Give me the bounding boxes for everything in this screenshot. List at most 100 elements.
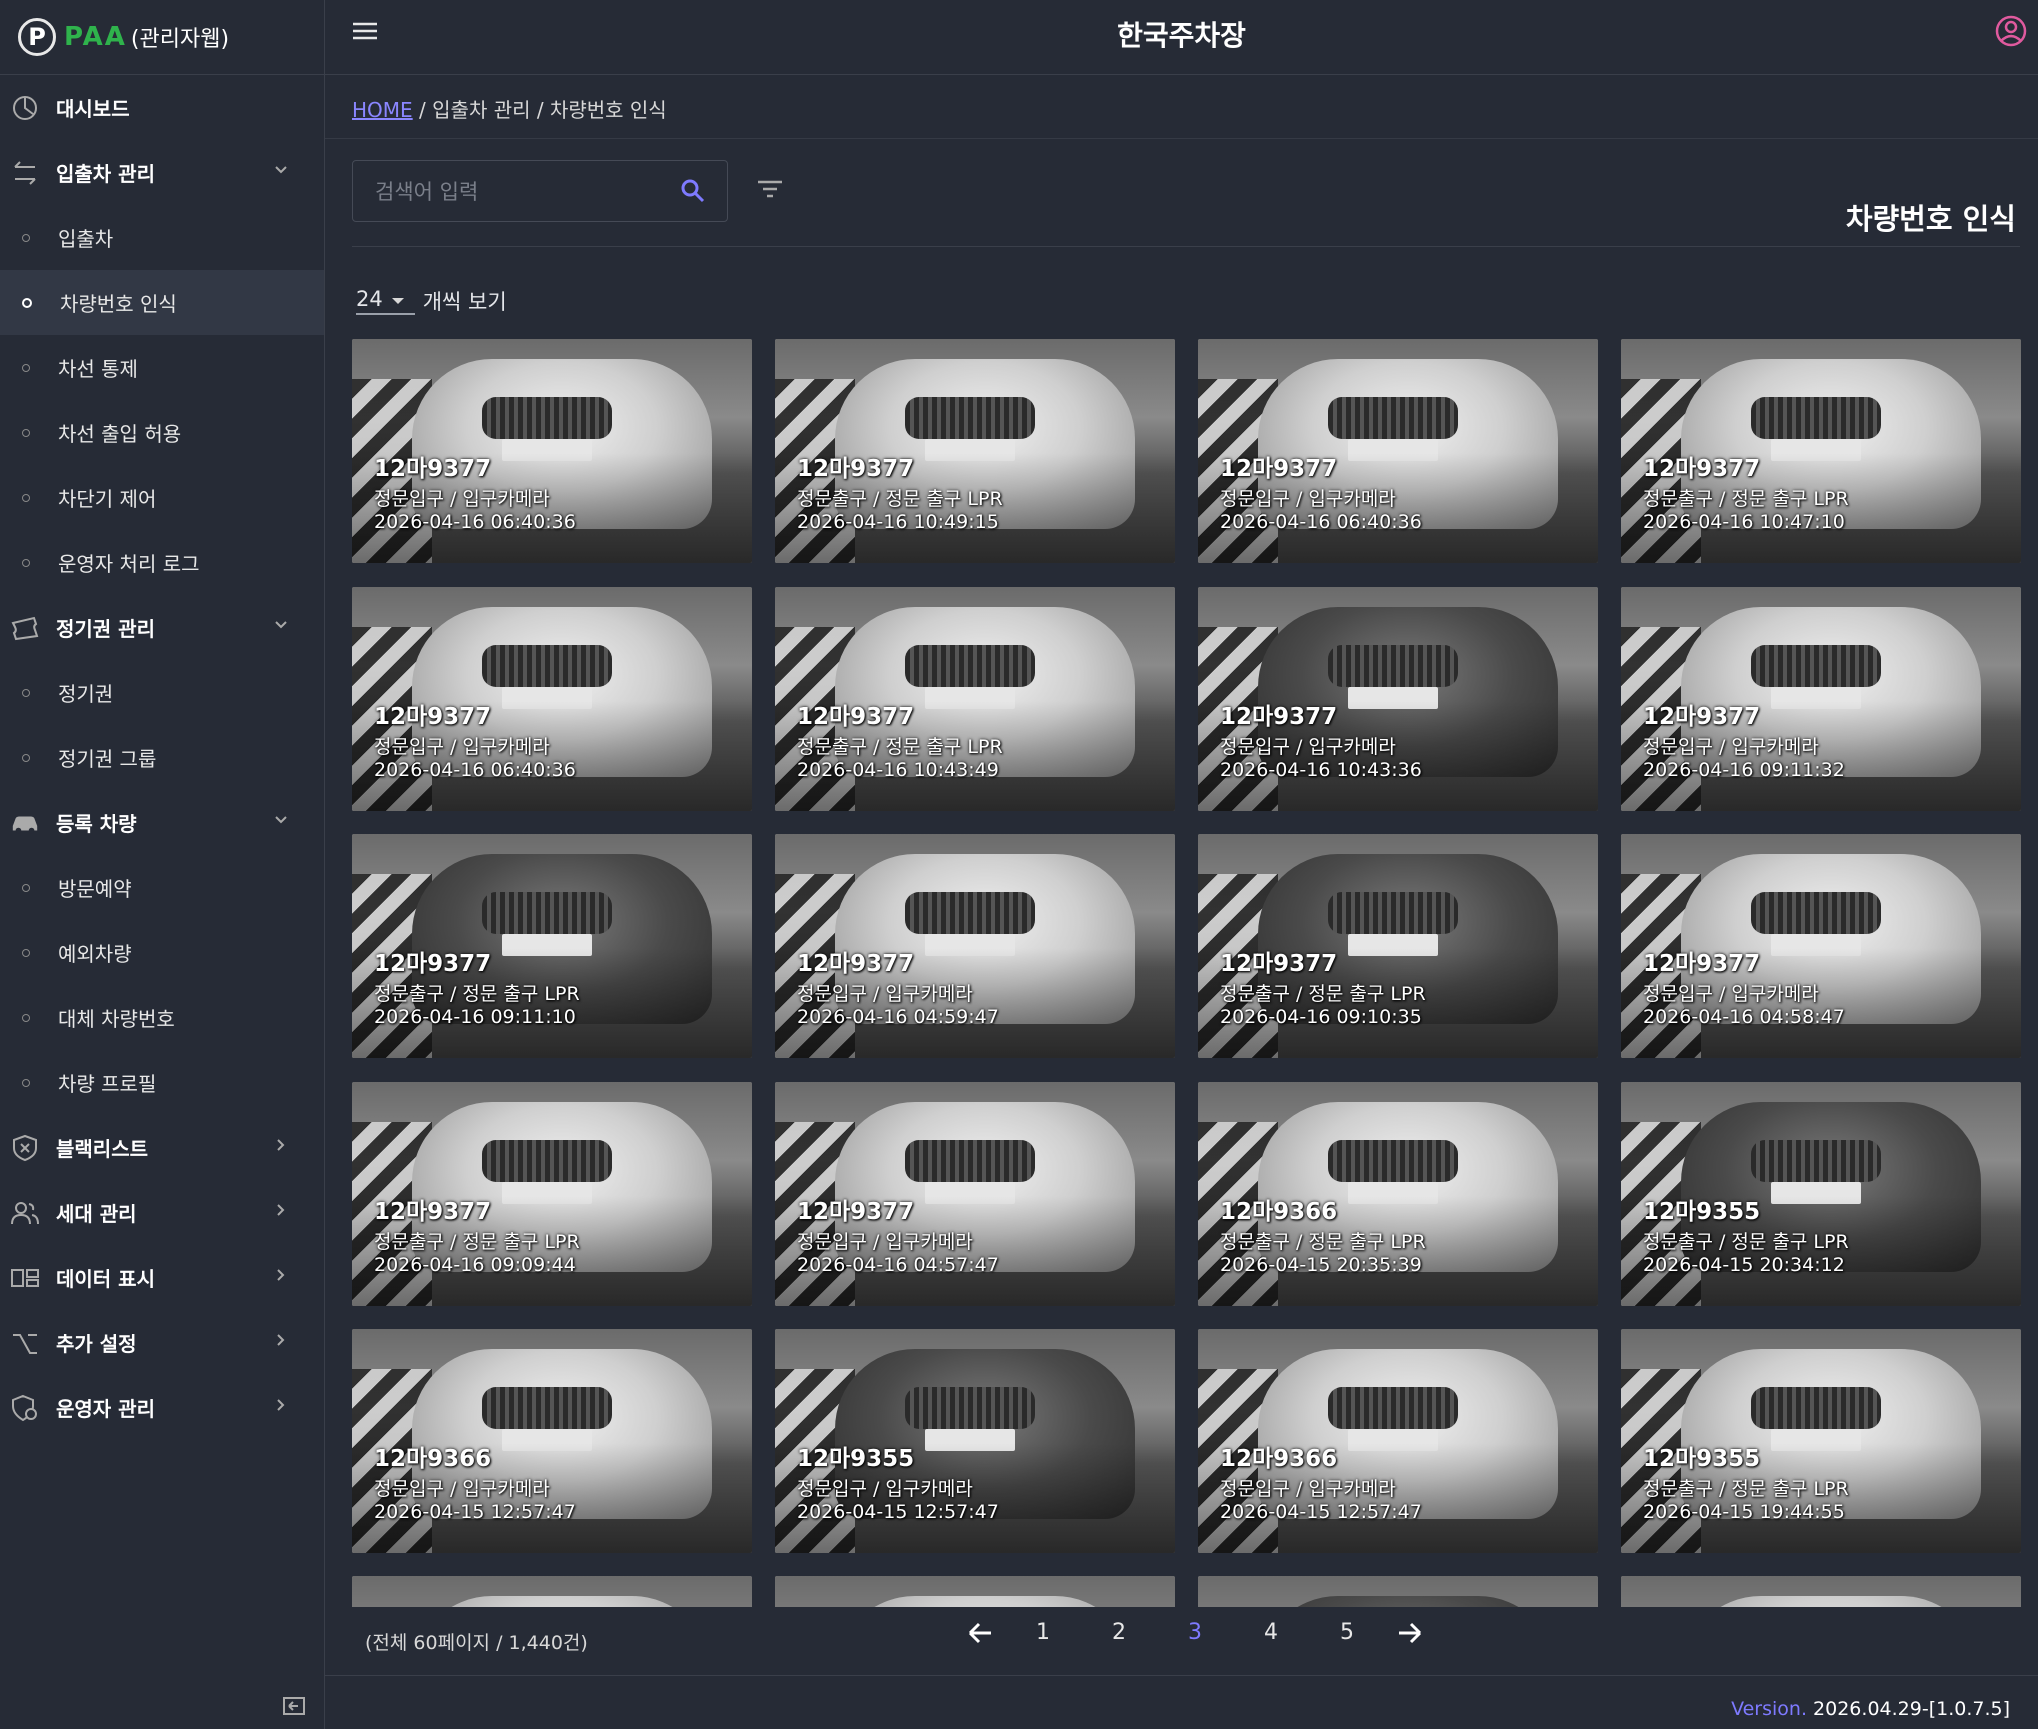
bullet-icon [22,428,30,437]
recognition-card[interactable]: 12마9366 정문입구 / 입구카메라 2026-04-15 12:57:47 [1198,1329,1598,1553]
recognition-card[interactable]: 12마9366 정문출구 / 정문 출구 LPR 2026-04-15 20:35:… [1198,1082,1598,1306]
sidebar-subitem-vehicle-profile[interactable]: 차량 프로필 [0,1050,324,1115]
car-grille [1328,1387,1458,1429]
car-icon [10,808,40,838]
recognition-card[interactable]: 12마9377 정문입구 / 입구카메라 2026-04-16 06:40:36 [1198,339,1598,563]
search-icon[interactable] [679,177,707,209]
breadcrumb-current: 차량번호 인식 [549,98,667,122]
sidebar-subitem-lane-access[interactable]: 차선 출입 허용 [0,400,324,465]
camera-location: 정문입구 / 입구카메라 [1220,488,1396,510]
breadcrumb-home-link[interactable]: HOME [352,98,413,122]
sidebar-subitem-plate-recognition[interactable]: 차량번호 인식 [0,270,324,335]
sidebar-item-household[interactable]: 세대 관리 [0,1180,324,1245]
sidebar-item-inout[interactable]: 입출차 관리 [0,140,324,205]
sidebar-subitem-exception-vehicle[interactable]: 예외차량 [0,920,324,985]
recognition-card[interactable]: 12마9355 정문출구 / 정문 출구 LPR 2026-04-15 20:34:… [1621,1082,2021,1306]
page-link-1[interactable]: 1 [1005,1620,1081,1645]
camera-location: 정문출구 / 정문 출구 LPR [797,488,1003,510]
sidebar-item-dashboard[interactable]: 대시보드 [0,75,324,140]
sidebar-item-blacklist[interactable]: 블랙리스트 [0,1115,324,1180]
sidebar-item-label: 등록 차량 [56,812,137,836]
per-page-select[interactable]: 24 [356,287,415,315]
sidebar-item-season[interactable]: 정기권 관리 [0,595,324,660]
breadcrumb-separator: / [530,98,550,122]
sidebar-collapse-icon[interactable] [282,1696,306,1720]
recognition-card-partial[interactable] [775,1576,1175,1607]
option-key-icon [10,1328,40,1358]
chevron-down-icon [274,162,288,181]
filter-icon[interactable] [756,178,784,204]
sidebar-item-data-display[interactable]: 데이터 표시 [0,1245,324,1310]
sidebar-subitem-barrier-control[interactable]: 차단기 제어 [0,465,324,530]
vehicle-photo [775,1576,1175,1607]
per-page-selector: 24 개씩 보기 [356,286,507,316]
sidebar-subitem-operator-log[interactable]: 운영자 처리 로그 [0,530,324,595]
top-bar: 한국주차장 [325,0,2038,75]
recognition-card[interactable]: 12마9377 정문출구 / 정문 출구 LPR 2026-04-16 10:43:… [775,587,1175,811]
recognition-card-partial[interactable] [1621,1576,2021,1607]
camera-location: 정문출구 / 정문 출구 LPR [1220,1231,1426,1253]
recognition-card[interactable]: 12마9377 정문입구 / 입구카메라 2026-04-16 04:59:47 [775,834,1175,1058]
recognition-card[interactable]: 12마9377 정문출구 / 정문 출구 LPR 2026-04-16 09:11:… [352,834,752,1058]
sidebar-subitem-inout[interactable]: 입출차 [0,205,324,270]
camera-location: 정문출구 / 정문 출구 LPR [374,983,580,1005]
sidebar-subitem-label: 방문예약 [58,877,132,901]
recognition-card-partial[interactable] [352,1576,752,1607]
sidebar-subitem-lane-control[interactable]: 차선 통제 [0,335,324,400]
capture-time: 2026-04-15 12:57:47 [1220,1501,1422,1523]
chevron-down-icon [274,617,288,636]
recognition-card[interactable]: 12마9355 정문입구 / 입구카메라 2026-04-15 12:57:47 [775,1329,1175,1553]
car-shape [412,1596,712,1607]
recognition-card[interactable]: 12마9366 정문입구 / 입구카메라 2026-04-15 12:57:47 [352,1329,752,1553]
recognition-card[interactable]: 12마9377 정문출구 / 정문 출구 LPR 2026-04-16 10:49:… [775,339,1175,563]
recognition-card[interactable]: 12마9377 정문입구 / 입구카메라 2026-04-16 04:57:47 [775,1082,1175,1306]
sidebar-item-registered[interactable]: 등록 차량 [0,790,324,855]
sidebar-subitem-label: 차선 출입 허용 [58,422,182,446]
vehicle-photo [1621,1576,2021,1607]
recognition-card-partial[interactable] [1198,1576,1598,1607]
recognition-card[interactable]: 12마9377 정문입구 / 입구카메라 2026-04-16 04:58:47 [1621,834,2021,1058]
camera-location: 정문입구 / 입구카메라 [374,736,550,758]
page-link-4[interactable]: 4 [1233,1620,1309,1645]
recognition-card[interactable]: 12마9377 정문출구 / 정문 출구 LPR 2026-04-16 10:47:… [1621,339,2021,563]
car-shape [1681,1596,1981,1607]
page-link-5[interactable]: 5 [1309,1620,1385,1645]
sidebar-subitem-label: 입출차 [58,227,114,251]
sidebar-subitem-season-group[interactable]: 정기권 그룹 [0,725,324,790]
sidebar-subitem-alternate-plate[interactable]: 대체 차량번호 [0,985,324,1050]
plate-number: 12마9377 [1220,704,1338,730]
sidebar-item-extra-settings[interactable]: 추가 설정 [0,1310,324,1375]
page-link-3-current[interactable]: 3 [1157,1620,1233,1645]
capture-time: 2026-04-15 12:57:47 [797,1501,999,1523]
sidebar-item-label: 블랙리스트 [56,1137,148,1161]
logo[interactable]: P PAA (관리자웹) [0,0,324,75]
user-account-icon[interactable] [1994,14,2028,52]
recognition-card[interactable]: 12마9377 정문입구 / 입구카메라 2026-04-16 10:43:36 [1198,587,1598,811]
arrow-right-icon[interactable] [1385,1621,1435,1645]
arrow-left-icon[interactable] [955,1621,1005,1645]
car-grille [905,892,1035,934]
sidebar-item-label: 데이터 표시 [56,1267,155,1291]
car-grille [482,1140,612,1182]
breadcrumb-separator: / [412,98,433,122]
search-input[interactable] [373,175,667,209]
recognition-card[interactable]: 12마9377 정문입구 / 입구카메라 2026-04-16 06:40:36 [352,339,752,563]
bullet-icon [22,688,30,697]
recognition-card[interactable]: 12마9377 정문출구 / 정문 출구 LPR 2026-04-16 09:10:… [1198,834,1598,1058]
page-link-2[interactable]: 2 [1081,1620,1157,1645]
sidebar-item-operator[interactable]: 운영자 관리 [0,1375,324,1440]
sidebar-subitem-season-pass[interactable]: 정기권 [0,660,324,725]
plate-number: 12마9377 [797,456,915,482]
camera-location: 정문출구 / 정문 출구 LPR [1643,488,1849,510]
bullet-icon [22,363,30,372]
plate-number: 12마9355 [1643,1446,1761,1472]
recognition-card[interactable]: 12마9377 정문입구 / 입구카메라 2026-04-16 06:40:36 [352,587,752,811]
recognition-card[interactable]: 12마9377 정문입구 / 입구카메라 2026-04-16 09:11:32 [1621,587,2021,811]
car-grille [482,397,612,439]
recognition-card[interactable]: 12마9377 정문출구 / 정문 출구 LPR 2026-04-16 09:09:… [352,1082,752,1306]
plate-number: 12마9377 [374,951,492,977]
sidebar-item-label: 세대 관리 [56,1202,137,1226]
sidebar-subitem-visit-reservation[interactable]: 방문예약 [0,855,324,920]
bullet-icon [22,1013,30,1022]
recognition-card[interactable]: 12마9355 정문출구 / 정문 출구 LPR 2026-04-15 19:44:… [1621,1329,2021,1553]
